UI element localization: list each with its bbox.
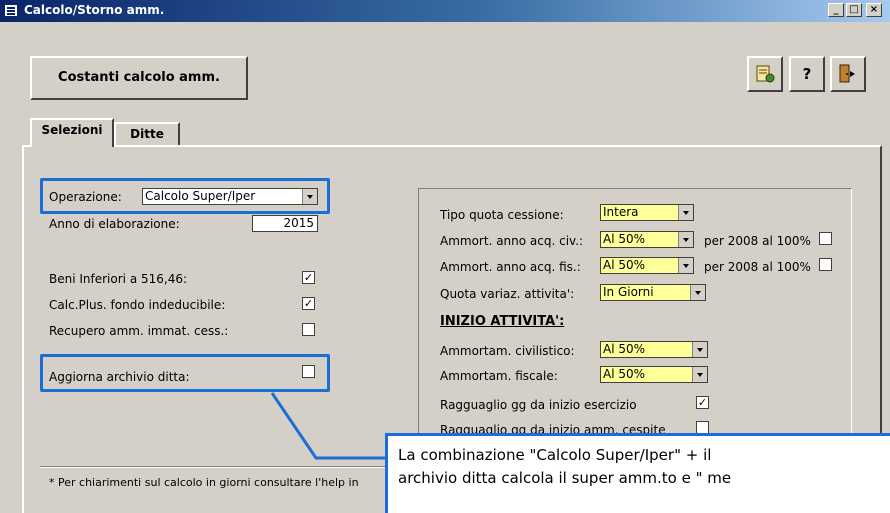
callout-line-1: La combinazione "Calcolo Super/Iper" + i…: [398, 446, 712, 464]
annotation-callout: La combinazione "Calcolo Super/Iper" + i…: [385, 433, 890, 513]
callout-line-2: archivio ditta calcola il super amm.to e…: [398, 469, 732, 487]
app-window: Calcolo/Storno amm. _ □ × Costanti calco…: [0, 0, 890, 513]
tab-selezioni[interactable]: Selezioni: [30, 118, 114, 147]
